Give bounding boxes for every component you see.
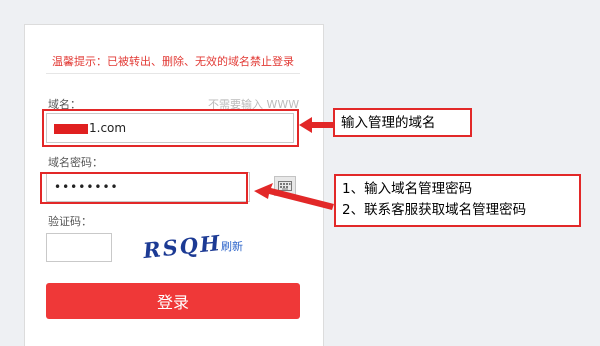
annotation-note-line-1: 1、输入域名管理密码 [342, 181, 473, 197]
keyboard-icon-glyph [278, 181, 292, 191]
annotation-note-domain: 输入管理的域名 [333, 108, 472, 137]
annotation-box-domain [42, 109, 299, 147]
captcha-input[interactable] [46, 233, 112, 262]
refresh-captcha-link[interactable]: 刷新 [221, 238, 243, 254]
annotation-box-password [40, 172, 248, 204]
password-label: 域名密码： [48, 156, 103, 169]
annotation-note-line-2: 2、联系客服获取域名管理密码 [342, 202, 527, 218]
captcha-label: 验证码： [48, 215, 92, 228]
divider [46, 73, 300, 74]
warning-text: 温馨提示：已被转出、删除、无效的域名禁止登录 [52, 55, 294, 68]
login-button[interactable]: 登录 [46, 283, 300, 319]
annotation-note-password: 1、输入域名管理密码 2、联系客服获取域名管理密码 [334, 174, 581, 227]
keyboard-icon[interactable] [274, 176, 296, 196]
